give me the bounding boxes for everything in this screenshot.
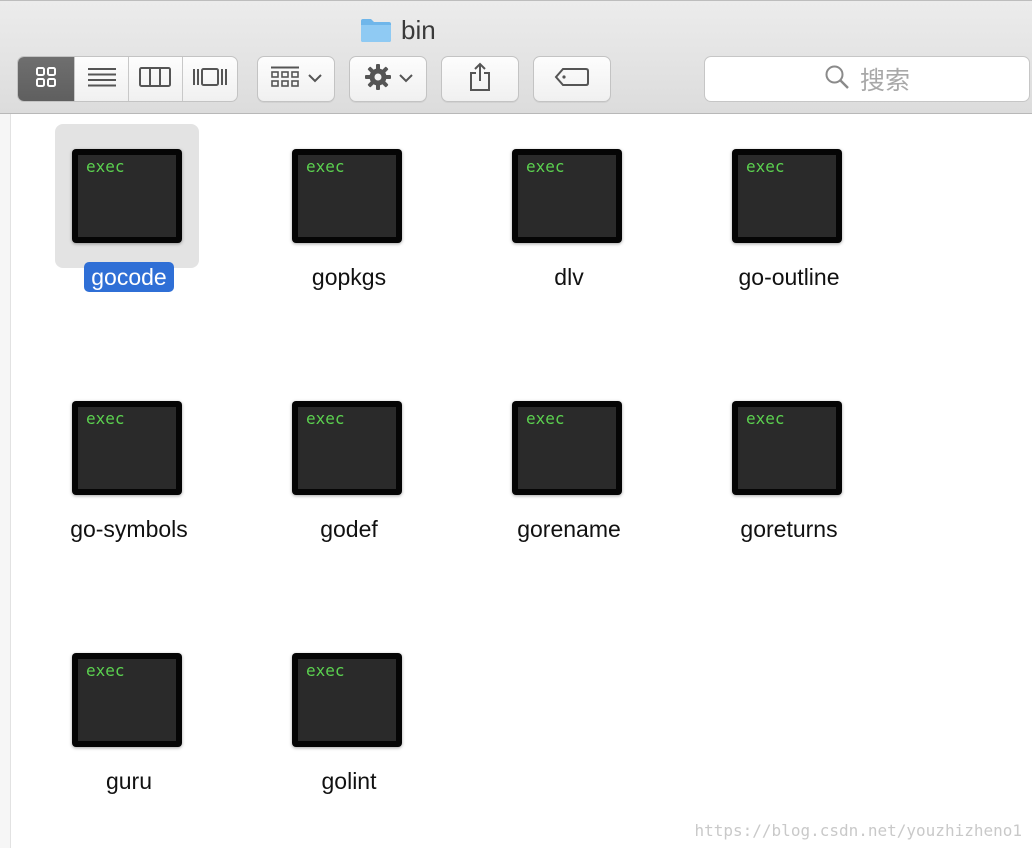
terminal-screen: exec <box>738 407 836 489</box>
file-name: go-symbols <box>19 516 239 543</box>
terminal-screen: exec <box>78 155 176 237</box>
file-name: gorename <box>459 516 679 543</box>
exec-badge: exec <box>306 661 345 680</box>
file-name-label: godef <box>320 516 378 542</box>
file-name-label: gorename <box>517 516 621 542</box>
search-placeholder: 搜索 <box>859 67 910 95</box>
file-icon-frame: exec <box>715 124 859 268</box>
file-name: guru <box>19 768 239 795</box>
window-title: bin <box>360 13 436 47</box>
coverflow-view-button[interactable] <box>183 57 237 101</box>
exec-badge: exec <box>306 157 345 176</box>
terminal-screen: exec <box>518 407 616 489</box>
file-item[interactable]: exec gorename <box>459 366 679 566</box>
file-name-label: golint <box>321 768 377 794</box>
exec-badge: exec <box>86 409 125 428</box>
action-button[interactable] <box>349 56 427 102</box>
file-name: gocode <box>19 262 239 292</box>
file-icon-frame: exec <box>495 124 639 268</box>
file-icon-frame: exec <box>495 376 639 520</box>
file-item[interactable]: exec goreturns <box>679 366 899 566</box>
watermark: https://blog.csdn.net/youzhizheno1 <box>694 821 1022 840</box>
file-icon-frame: exec <box>55 376 199 520</box>
window-title-label: bin <box>401 14 436 45</box>
tag-button[interactable] <box>533 56 611 102</box>
terminal-screen: exec <box>78 407 176 489</box>
file-name-label: go-outline <box>738 264 840 290</box>
chevron-down-icon <box>398 70 413 88</box>
list-view-button[interactable] <box>75 57 129 101</box>
finder-window: bin 搜索 exec gocode exec gopkgs exec dlv … <box>0 0 1032 848</box>
file-icon-frame: exec <box>275 124 419 268</box>
toolbar: bin 搜索 <box>0 0 1032 114</box>
columns-icon <box>139 66 172 92</box>
terminal-screen: exec <box>298 155 396 237</box>
exec-badge: exec <box>306 409 345 428</box>
file-name-label: guru <box>105 768 153 794</box>
terminal-exec-icon: exec <box>72 401 182 495</box>
file-name: gopkgs <box>239 264 459 291</box>
exec-badge: exec <box>746 157 785 176</box>
tag-icon <box>554 67 590 92</box>
file-item[interactable]: exec go-outline <box>679 114 899 314</box>
file-icon-frame: exec <box>55 124 199 268</box>
magnifier-icon <box>824 64 850 95</box>
exec-badge: exec <box>526 157 565 176</box>
terminal-exec-icon: exec <box>732 149 842 243</box>
terminal-exec-icon: exec <box>292 653 402 747</box>
sidebar-edge <box>0 114 11 848</box>
terminal-exec-icon: exec <box>292 401 402 495</box>
share-button[interactable] <box>441 56 519 102</box>
arrange-button[interactable] <box>257 56 335 102</box>
list-icon <box>87 67 117 92</box>
file-name: godef <box>239 516 459 543</box>
terminal-exec-icon: exec <box>732 401 842 495</box>
file-item[interactable]: exec godef <box>239 366 459 566</box>
terminal-exec-icon: exec <box>512 149 622 243</box>
arrange-grid-icon <box>270 66 300 93</box>
folder-icon <box>360 17 392 43</box>
terminal-screen: exec <box>518 155 616 237</box>
file-name: dlv <box>459 264 679 291</box>
file-item[interactable]: exec gocode <box>19 114 239 314</box>
file-icon-frame: exec <box>275 628 419 772</box>
file-name-label: goreturns <box>740 516 838 542</box>
terminal-exec-icon: exec <box>292 149 402 243</box>
file-name-label: gocode <box>84 262 174 292</box>
column-view-button[interactable] <box>129 57 183 101</box>
grid-icon <box>35 66 57 93</box>
terminal-screen: exec <box>298 407 396 489</box>
file-icon-frame: exec <box>55 628 199 772</box>
chevron-down-icon <box>308 70 322 88</box>
file-item[interactable]: exec guru <box>19 618 239 818</box>
search-field[interactable]: 搜索 <box>704 56 1030 102</box>
file-item[interactable]: exec dlv <box>459 114 679 314</box>
share-icon <box>468 62 492 97</box>
exec-badge: exec <box>86 157 125 176</box>
terminal-screen: exec <box>298 659 396 741</box>
terminal-screen: exec <box>738 155 836 237</box>
file-name-label: gopkgs <box>311 264 387 290</box>
exec-badge: exec <box>526 409 565 428</box>
terminal-exec-icon: exec <box>72 653 182 747</box>
file-name-label: go-symbols <box>70 516 188 542</box>
terminal-exec-icon: exec <box>512 401 622 495</box>
file-item[interactable]: exec gopkgs <box>239 114 459 314</box>
file-name: golint <box>239 768 459 795</box>
terminal-screen: exec <box>78 659 176 741</box>
coverflow-icon <box>192 66 228 93</box>
terminal-exec-icon: exec <box>72 149 182 243</box>
file-item[interactable]: exec go-symbols <box>19 366 239 566</box>
file-name-label: dlv <box>554 264 584 290</box>
gear-icon <box>364 63 392 96</box>
icon-view-button[interactable] <box>18 57 76 101</box>
file-item[interactable]: exec golint <box>239 618 459 818</box>
exec-badge: exec <box>746 409 785 428</box>
view-mode-control <box>17 56 238 102</box>
file-name: goreturns <box>679 516 899 543</box>
file-icon-frame: exec <box>715 376 859 520</box>
exec-badge: exec <box>86 661 125 680</box>
file-name: go-outline <box>679 264 899 291</box>
file-icon-frame: exec <box>275 376 419 520</box>
